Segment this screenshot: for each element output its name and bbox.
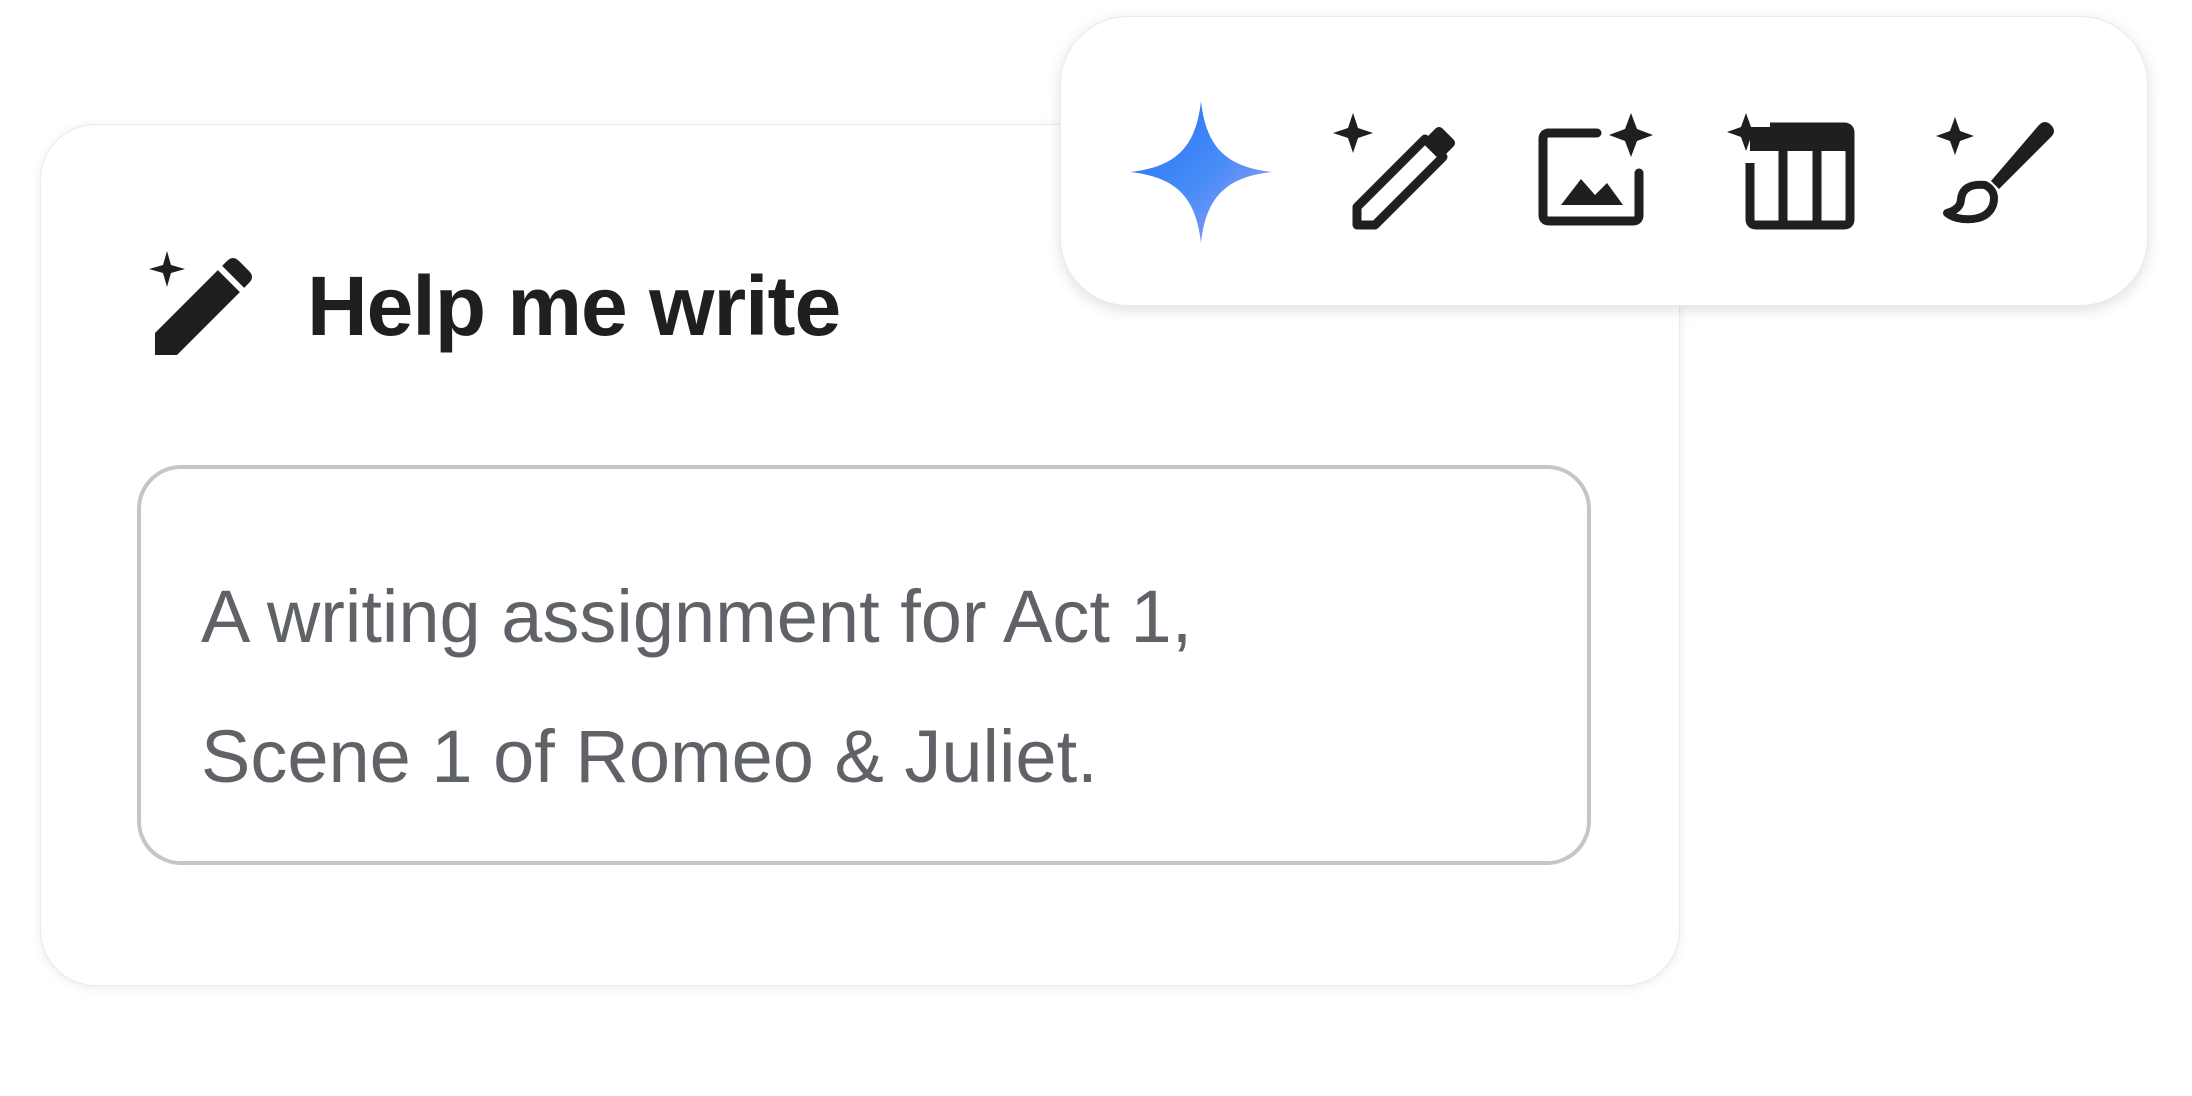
card-title: Help me write — [307, 258, 841, 353]
sparkle-image-icon — [1538, 113, 1653, 226]
help-me-write-button[interactable] — [1319, 97, 1469, 247]
sparkle-table-icon — [1727, 113, 1855, 230]
magic-wand-icon — [149, 251, 252, 355]
ai-toolbar — [1060, 16, 2148, 306]
card-header: Help me write — [145, 247, 841, 365]
create-image-button[interactable] — [1521, 97, 1671, 247]
create-table-button[interactable] — [1721, 97, 1871, 247]
sparkle-pencil-icon — [1333, 113, 1455, 230]
style-brush-button[interactable] — [1921, 97, 2071, 247]
prompt-text: A writing assignment for Act 1, Scene 1 … — [201, 575, 1193, 798]
prompt-input[interactable]: A writing assignment for Act 1, Scene 1 … — [137, 465, 1591, 865]
gemini-sparkle-icon — [1130, 101, 1272, 243]
gemini-button[interactable] — [1126, 97, 1276, 247]
stage: Help me write A writing assignment for A… — [0, 0, 2192, 1096]
sparkle-brush-icon — [1936, 117, 2054, 224]
